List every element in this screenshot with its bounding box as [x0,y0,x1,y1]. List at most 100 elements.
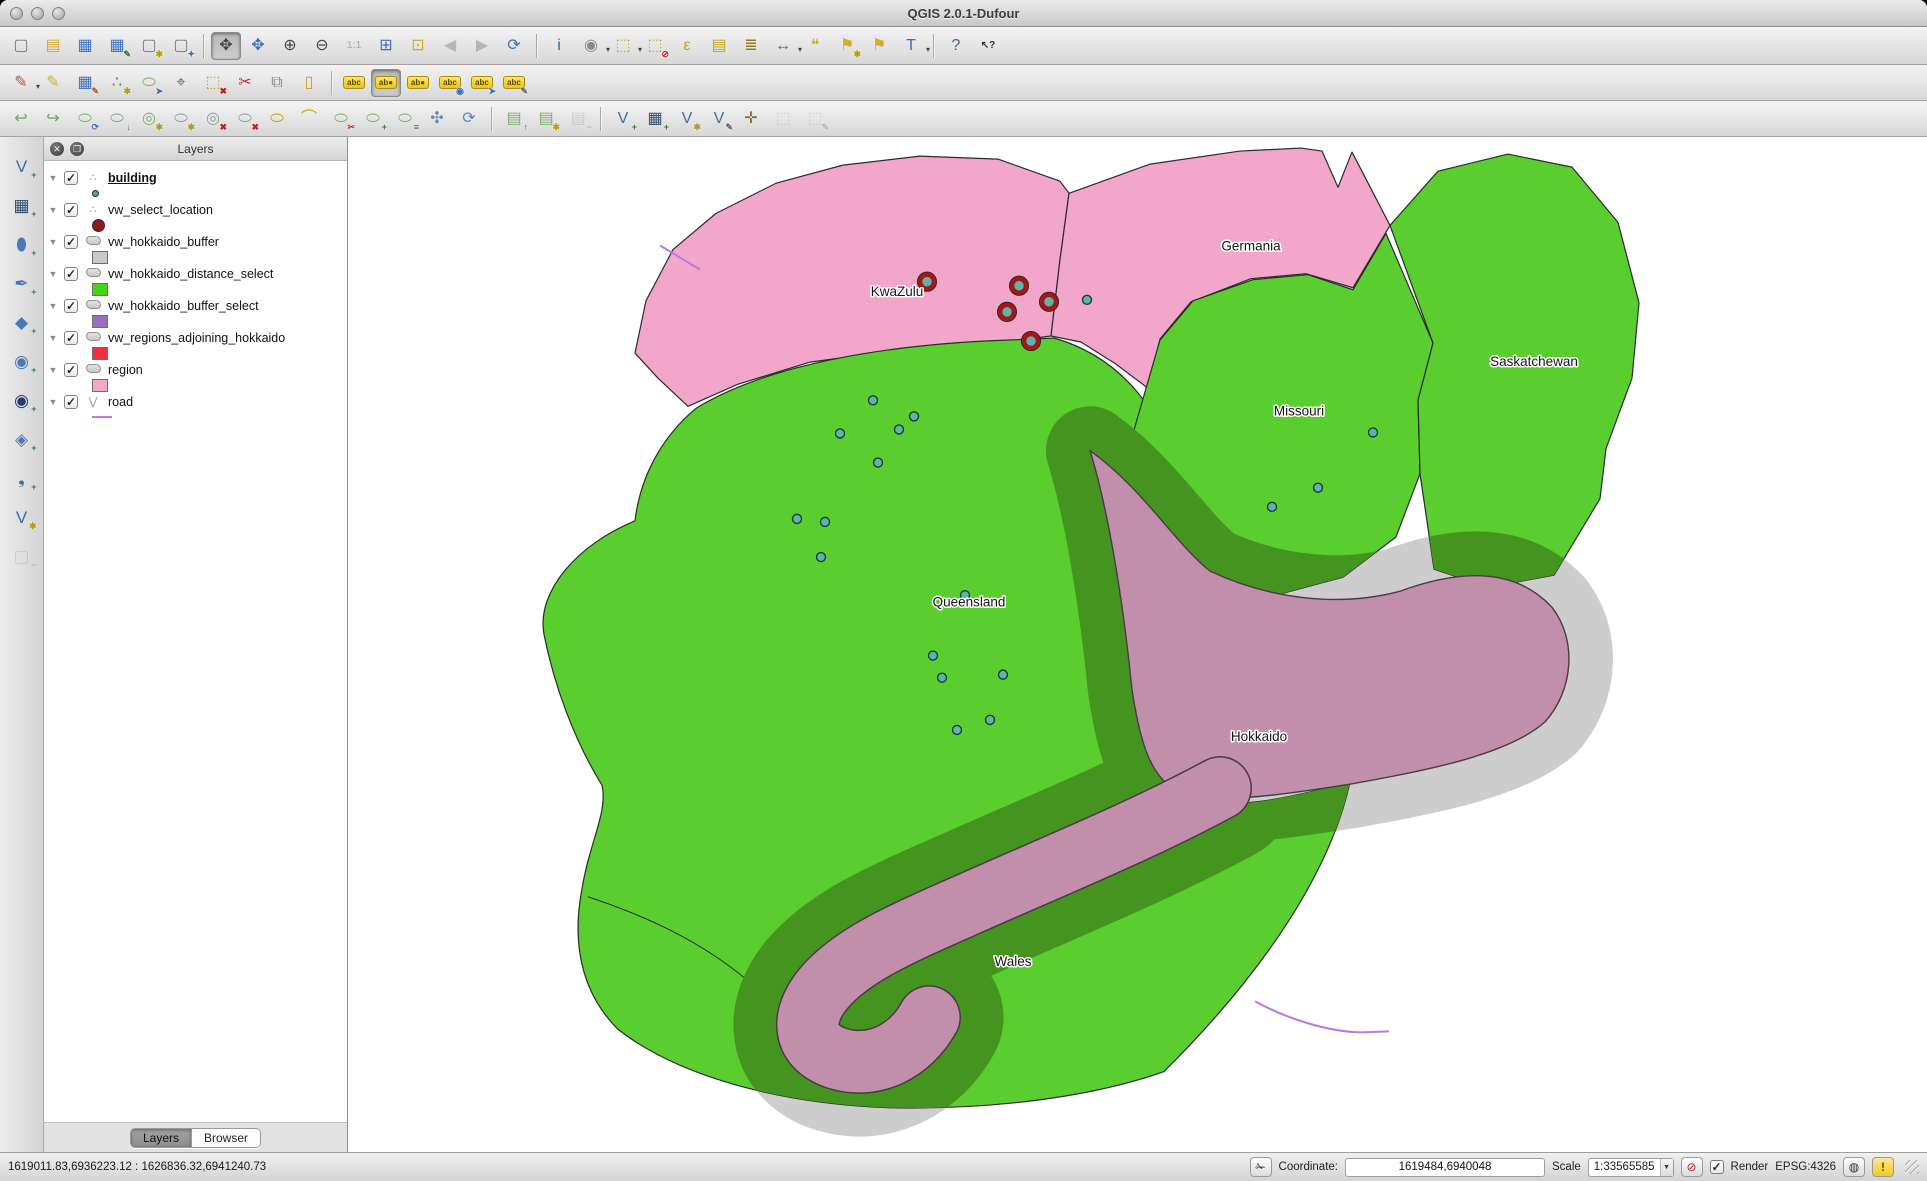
new-shapefile-layer-button[interactable]: V✱ [6,502,38,532]
cut-features-button[interactable]: ✂ [230,69,260,97]
offset-curve-button[interactable]: ⌒ [294,105,324,133]
add-part-button[interactable]: ⬭✱ [166,105,196,133]
add-raster-layer-2-button[interactable]: ▦+ [640,105,670,133]
add-mssql-layer-button[interactable]: ◆+ [6,307,38,337]
run-feature-action-button[interactable]: ◉▾ [576,32,606,60]
node-tool-button[interactable]: ⌖ [166,69,196,97]
resize-grip[interactable] [1905,1160,1919,1174]
scale-combo[interactable]: 1:33565585 ▼ [1588,1158,1674,1177]
panel-close-button[interactable]: ✕ [50,142,64,156]
new-shapefile-layer-2-button[interactable]: V✱ [672,105,702,133]
refresh-map-button[interactable]: ⟳ [499,32,529,60]
toggle-editing-button[interactable]: ✎ [38,69,68,97]
copy-features-button[interactable]: ⧉ [262,69,292,97]
edit-layer-button[interactable]: V✎ [704,105,734,133]
tab-layers[interactable]: Layers [131,1129,191,1147]
rotate-point-symbols-button[interactable]: ✣ [422,105,452,133]
pan-to-selection-button[interactable]: ✥ [243,32,273,60]
save-project-button[interactable]: ▦ [70,32,100,60]
new-bookmark-button[interactable]: ⚑✱ [832,32,862,60]
open-project-button[interactable]: ▤ [38,32,68,60]
map-tips-button[interactable]: ❝ [800,32,830,60]
layer-expand-icon[interactable]: ▼ [48,269,58,279]
zoom-out-button[interactable]: ⊖ [307,32,337,60]
layer-item-building[interactable]: ▼✓∴building [48,169,347,186]
measure-line-button[interactable]: ↔▾ [768,32,798,60]
whats-this-button[interactable]: ↖? [973,32,1003,60]
paste-features-button[interactable]: ▯ [294,69,324,97]
remove-layer-button[interactable]: ▤− [563,105,593,133]
add-raster-layer-button[interactable]: ▦+ [6,190,38,220]
render-checkbox[interactable]: ✓ [1710,1160,1724,1174]
add-wcs-layer-button[interactable]: ◉+ [6,385,38,415]
add-vector-layer-2-button[interactable]: V+ [608,105,638,133]
layer-expand-icon[interactable]: ▼ [48,333,58,343]
redraw-edits-button[interactable]: ⟳ [454,105,484,133]
merge-feature-attributes-button[interactable]: ⬭≡ [390,105,420,133]
zoom-next-button[interactable]: ▶ [467,32,497,60]
save-selection-as-button[interactable]: ▤✱ [531,105,561,133]
layer-item-vw_hokkaido_buffer[interactable]: ▼✓vw_hokkaido_buffer [48,233,347,250]
map-canvas[interactable]: KwaZuluGermaniaMissouriSaskatchewanQueen… [348,137,1927,1152]
layer-item-vw_hokkaido_distance_select[interactable]: ▼✓vw_hokkaido_distance_select [48,265,347,282]
zoom-in-button[interactable]: ⊕ [275,32,305,60]
show-hide-labels-button[interactable]: abc◉ [435,69,465,97]
zoom-window-button[interactable] [52,7,65,20]
zoom-full-button[interactable]: ⊞ [371,32,401,60]
simplify-feature-button[interactable]: ⬭↓ [102,105,132,133]
identify-features-button[interactable]: i [544,32,574,60]
remove-layer-rail-button[interactable]: ▢− [6,541,38,571]
layer-visibility-checkbox[interactable]: ✓ [64,171,78,185]
scale-dropdown-icon[interactable]: ▼ [1660,1159,1673,1176]
coordinate-input[interactable] [1345,1158,1545,1177]
add-delimited-text-layer-button[interactable]: ❟+ [6,463,38,493]
zoom-native-button[interactable]: 1:1 [339,32,369,60]
layer-visibility-checkbox[interactable]: ✓ [64,299,78,313]
select-by-expression-button[interactable]: ε [672,32,702,60]
layer-expand-icon[interactable]: ▼ [48,237,58,247]
merge-features-button[interactable]: ⬭+ [358,105,388,133]
save-project-as-button[interactable]: ▦✎ [102,32,132,60]
snapping-options-icon[interactable]: ✁ [1250,1157,1272,1177]
minimize-window-button[interactable] [31,7,44,20]
zoom-last-button[interactable]: ◀ [435,32,465,60]
close-window-button[interactable] [10,7,23,20]
layer-expand-icon[interactable]: ▼ [48,397,58,407]
reshape-features-button[interactable]: ⬭ [262,105,292,133]
map-tools-button[interactable]: ✛ [736,105,766,133]
select-features-button[interactable]: ⬚▾ [608,32,638,60]
add-vector-layer-button[interactable]: V+ [6,151,38,181]
layer-visibility-checkbox[interactable]: ✓ [64,331,78,345]
panel-float-button[interactable]: ❐ [70,142,84,156]
change-label-button[interactable]: abc✎ [499,69,529,97]
zoom-to-selection-button[interactable]: ⊡ [403,32,433,60]
layer-visibility-checkbox[interactable]: ✓ [64,235,78,249]
layer-item-vw_select_location[interactable]: ▼✓∴vw_select_location [48,201,347,218]
text-annotation-button[interactable]: T▾ [896,32,926,60]
help-button[interactable]: ? [941,32,971,60]
layer-item-region[interactable]: ▼✓region [48,361,347,378]
redo-button[interactable]: ↪ [38,105,68,133]
composer-manager-button[interactable]: ▢✦ [166,32,196,60]
labeling-options-button[interactable]: abc [339,69,369,97]
layer-item-road[interactable]: ▼✓⋁road [48,393,347,410]
rotate-feature-button[interactable]: ⬭⟳ [70,105,100,133]
layer-item-vw_hokkaido_buffer_select[interactable]: ▼✓vw_hokkaido_buffer_select [48,297,347,314]
edit-paste-layer-button[interactable]: ⬚✎ [800,105,830,133]
new-print-composer-button[interactable]: ▢✱ [134,32,164,60]
deselect-features-button[interactable]: ⬚⊘ [640,32,670,60]
new-project-button[interactable]: ▢ [6,32,36,60]
add-ring-button[interactable]: ◎✱ [134,105,164,133]
layer-expand-icon[interactable]: ▼ [48,205,58,215]
layer-visibility-checkbox[interactable]: ✓ [64,203,78,217]
save-layer-edits-button[interactable]: ▦✎ [70,69,100,97]
delete-selected-button[interactable]: ⬚✖ [198,69,228,97]
layer-visibility-checkbox[interactable]: ✓ [64,267,78,281]
add-wfs-layer-button[interactable]: ◈+ [6,424,38,454]
stop-render-icon[interactable]: ⊘ [1681,1157,1703,1177]
move-label-button[interactable]: abc➤ [467,69,497,97]
highlight-pinned-labels-button[interactable]: ab● [403,69,433,97]
tab-browser[interactable]: Browser [191,1129,260,1147]
layer-expand-icon[interactable]: ▼ [48,365,58,375]
layer-expand-icon[interactable]: ▼ [48,301,58,311]
